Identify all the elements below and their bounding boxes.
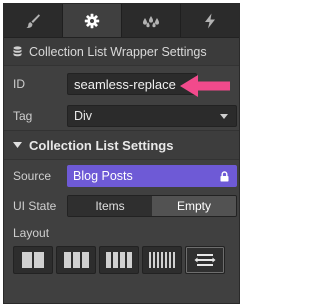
layout-options	[4, 246, 239, 274]
tag-select[interactable]: Div	[67, 105, 237, 127]
gear-icon	[84, 13, 100, 28]
tag-label: Tag	[13, 109, 33, 123]
two-columns-icon	[63, 252, 89, 268]
wrapper-settings-title: Collection List Wrapper Settings	[29, 44, 207, 59]
ui-state-label: UI State	[13, 199, 57, 213]
settings-panel: Collection List Wrapper Settings ID seam…	[3, 3, 240, 304]
id-label: ID	[13, 77, 25, 91]
collection-list-settings-title: Collection List Settings	[29, 137, 174, 153]
ui-state-items-button[interactable]: Items	[68, 196, 152, 216]
layout-1-column-button[interactable]	[13, 246, 53, 274]
caret-down-icon	[13, 139, 23, 151]
rows-icon	[194, 254, 216, 266]
wrapper-settings-header: Collection List Wrapper Settings	[4, 38, 239, 66]
source-value: Blog Posts	[73, 169, 133, 183]
source-select[interactable]: Blog Posts	[67, 165, 237, 187]
source-row: Source Blog Posts	[4, 160, 239, 192]
ui-state-empty-button[interactable]: Empty	[152, 196, 236, 216]
database-icon	[13, 46, 23, 58]
one-column-icon	[22, 252, 44, 268]
layout-label-row: Layout	[4, 220, 239, 246]
layout-2-columns-button[interactable]	[56, 246, 96, 274]
tab-bar	[4, 4, 239, 38]
layout-4-columns-button[interactable]	[142, 246, 182, 274]
chevron-down-icon	[220, 113, 228, 119]
lightning-icon	[205, 13, 215, 28]
brush-icon	[26, 13, 40, 28]
layout-3-columns-button[interactable]	[99, 246, 139, 274]
tab-lightning[interactable]	[181, 4, 239, 37]
tag-select-value: Div	[74, 109, 93, 123]
tab-interactions[interactable]	[122, 4, 181, 37]
drops-icon	[143, 15, 159, 27]
lock-icon	[220, 170, 229, 181]
tag-row: Tag Div	[4, 102, 239, 130]
tab-settings[interactable]	[63, 4, 122, 37]
pointer-arrow-icon	[180, 75, 230, 97]
ui-state-row: UI State Items Empty	[4, 192, 239, 220]
layout-rows-button[interactable]	[185, 246, 225, 274]
source-label: Source	[13, 169, 52, 183]
three-columns-icon	[106, 252, 132, 268]
four-columns-icon	[149, 252, 175, 268]
layout-label: Layout	[13, 226, 50, 240]
tab-style[interactable]	[4, 4, 63, 37]
collection-list-settings-header[interactable]: Collection List Settings	[4, 130, 239, 160]
ui-state-toggle: Items Empty	[67, 195, 237, 217]
